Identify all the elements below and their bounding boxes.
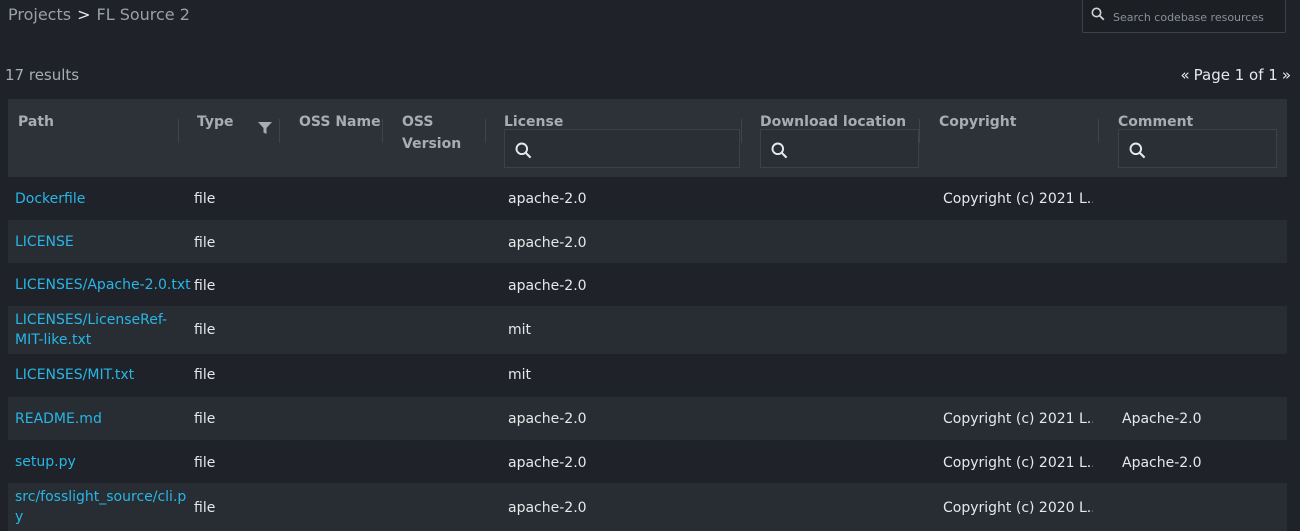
path-text: src/fosslight_source/cli.p xyxy=(15,489,187,505)
column-header-copyright[interactable]: Copyright xyxy=(939,111,1016,133)
license-cell: mit xyxy=(508,367,532,383)
search-icon xyxy=(1129,142,1146,159)
path-text: setup.py xyxy=(15,454,76,470)
table-row[interactable]: Dockerfile file apache-2.0 Copyright (c)… xyxy=(8,177,1287,220)
path-text: LICENSES/Apache-2.0.txt xyxy=(15,277,191,293)
license-cell: apache-2.0 xyxy=(508,235,587,251)
path-link[interactable]: LICENSES/Apache-2.0.txt xyxy=(15,275,191,295)
column-header-oss-version-line2: Version xyxy=(402,136,462,152)
pagination: «Page 1 of 1» xyxy=(1176,66,1291,84)
table-row[interactable]: src/fosslight_source/cli.p y file apache… xyxy=(8,483,1287,531)
search-icon xyxy=(1091,7,1105,21)
column-divider[interactable] xyxy=(741,119,742,143)
prev-page-button[interactable]: « xyxy=(1180,66,1189,84)
column-divider[interactable] xyxy=(1098,119,1099,143)
path-link[interactable]: setup.py xyxy=(15,452,180,472)
table-row[interactable]: LICENSES/LicenseRef- MIT-like.txt file m… xyxy=(8,306,1287,354)
column-divider[interactable] xyxy=(382,119,383,143)
license-cell: apache-2.0 xyxy=(508,278,587,294)
column-header-oss-name[interactable]: OSS Name xyxy=(299,111,381,133)
path-text: README.md xyxy=(15,411,102,427)
license-cell: apache-2.0 xyxy=(508,500,587,516)
path-link[interactable]: Dockerfile xyxy=(15,189,180,209)
results-table: Path Type OSS Name OSS Version License D… xyxy=(8,99,1287,531)
type-cell: file xyxy=(194,322,216,338)
license-cell: apache-2.0 xyxy=(508,411,587,427)
column-divider[interactable] xyxy=(279,119,280,143)
license-cell: apache-2.0 xyxy=(508,455,587,471)
type-cell: file xyxy=(194,278,216,294)
path-text: MIT-like.txt xyxy=(15,332,92,348)
filter-icon[interactable] xyxy=(258,122,272,134)
results-count: 17 results xyxy=(5,66,80,84)
path-text: LICENSES/LicenseRef- xyxy=(15,312,168,328)
column-divider[interactable] xyxy=(485,119,486,143)
column-header-type[interactable]: Type xyxy=(197,111,234,133)
type-cell: file xyxy=(194,367,216,383)
comment-filter-input[interactable] xyxy=(1118,129,1277,168)
copyright-cell: Copyright (c) 2021 L... xyxy=(943,411,1093,427)
breadcrumb-separator: > xyxy=(77,5,91,24)
search-box[interactable] xyxy=(1082,0,1286,33)
search-icon xyxy=(771,142,788,159)
table-row[interactable]: LICENSES/Apache-2.0.txt file apache-2.0 xyxy=(8,263,1287,306)
path-text: LICENSE xyxy=(15,234,74,250)
type-cell: file xyxy=(194,191,216,207)
copyright-cell: Copyright (c) 2021 L... xyxy=(943,455,1093,471)
path-link[interactable]: LICENSES/LicenseRef- MIT-like.txt xyxy=(15,310,180,350)
license-filter-input[interactable] xyxy=(504,129,740,168)
type-cell: file xyxy=(194,455,216,471)
path-link[interactable]: LICENSE xyxy=(15,232,180,252)
download-location-filter-input[interactable] xyxy=(760,129,919,168)
table-header: Path Type OSS Name OSS Version License D… xyxy=(8,99,1287,177)
breadcrumb-current: FL Source 2 xyxy=(96,5,190,24)
type-cell: file xyxy=(194,500,216,516)
path-link[interactable]: LICENSES/MIT.txt xyxy=(15,365,180,385)
column-divider[interactable] xyxy=(178,119,179,143)
path-link[interactable]: src/fosslight_source/cli.p y xyxy=(15,487,187,527)
path-text: LICENSES/MIT.txt xyxy=(15,367,135,383)
top-bar: Projects > FL Source 2 xyxy=(0,0,1300,40)
comment-cell: Apache-2.0 xyxy=(1122,455,1202,471)
copyright-cell: Copyright (c) 2021 L... xyxy=(943,191,1093,207)
table-row[interactable]: LICENSE file apache-2.0 xyxy=(8,220,1287,263)
search-icon xyxy=(515,142,532,159)
search-input[interactable] xyxy=(1111,7,1285,27)
table-row[interactable]: setup.py file apache-2.0 Copyright (c) 2… xyxy=(8,440,1287,483)
column-header-oss-version-line1: OSS xyxy=(402,114,434,130)
next-page-button[interactable]: » xyxy=(1282,66,1291,84)
table-row[interactable]: LICENSES/MIT.txt file mit xyxy=(8,354,1287,397)
copyright-cell: Copyright (c) 2020 L... xyxy=(943,500,1093,516)
column-header-path[interactable]: Path xyxy=(18,111,54,133)
comment-cell: Apache-2.0 xyxy=(1122,411,1202,427)
license-cell: mit xyxy=(508,322,532,338)
table-row[interactable]: README.md file apache-2.0 Copyright (c) … xyxy=(8,397,1287,440)
type-cell: file xyxy=(194,235,216,251)
breadcrumb-projects-link[interactable]: Projects xyxy=(8,5,71,24)
path-link[interactable]: README.md xyxy=(15,409,180,429)
column-header-oss-version[interactable]: OSS Version xyxy=(402,111,461,155)
breadcrumb: Projects > FL Source 2 xyxy=(8,5,194,24)
type-cell: file xyxy=(194,411,216,427)
license-cell: apache-2.0 xyxy=(508,191,587,207)
column-divider[interactable] xyxy=(919,119,920,143)
path-text: y xyxy=(15,509,24,525)
page-label: Page 1 of 1 xyxy=(1193,66,1278,84)
path-text: Dockerfile xyxy=(15,191,86,207)
